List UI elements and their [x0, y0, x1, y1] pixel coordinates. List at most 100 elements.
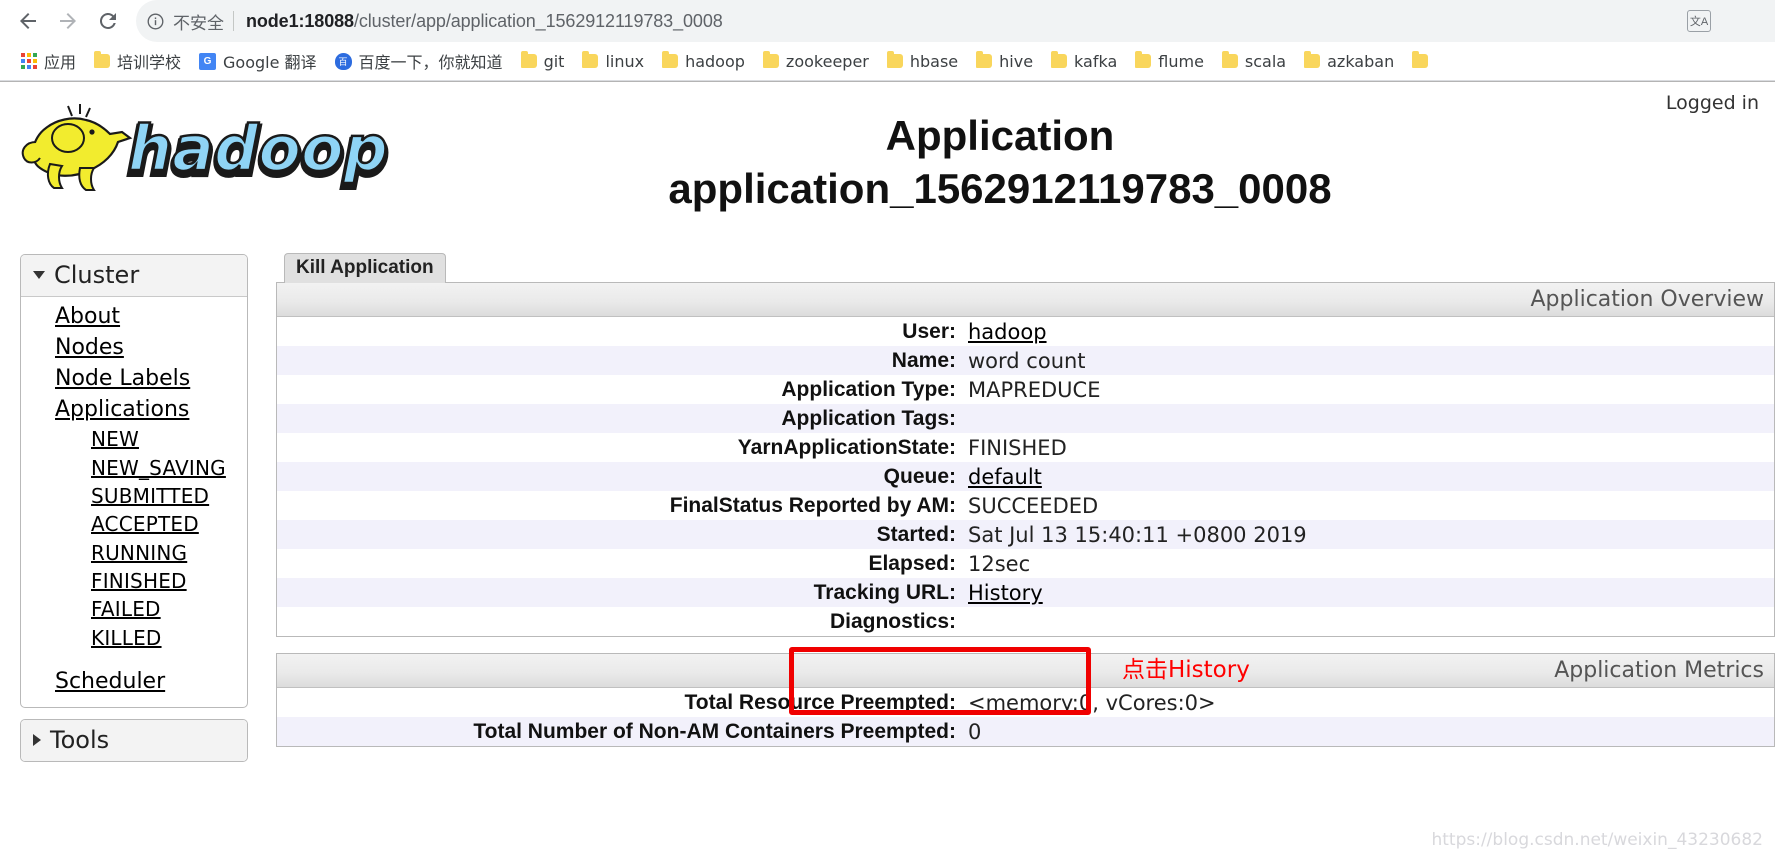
table-row: Name: word count — [277, 346, 1774, 375]
bookmark-apps[interactable]: 应用 — [12, 46, 85, 76]
row-value: Sat Jul 13 15:40:11 +0800 2019 — [968, 522, 1307, 547]
folder-icon — [520, 51, 537, 68]
row-key: Elapsed: — [868, 551, 956, 575]
watermark: https://blog.csdn.net/weixin_43230682 — [1431, 830, 1763, 850]
sidebar-cluster-body: About Nodes Node Labels Applications NEW… — [21, 297, 247, 707]
sidebar: Cluster About Nodes Node Labels Applicat… — [20, 254, 248, 773]
bookmark-label: hadoop — [685, 51, 745, 71]
folder-icon — [1221, 51, 1238, 68]
table-row: Elapsed: 12sec — [277, 549, 1774, 578]
table-row: Queue: default — [277, 462, 1774, 491]
bookmark-git[interactable]: git — [512, 49, 574, 74]
folder-icon — [582, 51, 599, 68]
bookmark-google-translate[interactable]: G Google 翻译 — [190, 46, 326, 76]
sidebar-item-running[interactable]: RUNNING — [21, 539, 247, 567]
history-link[interactable]: History — [968, 581, 1043, 605]
application-metrics-header: Application Metrics — [277, 654, 1774, 688]
application-overview-block: Application Overview User: hadoop Name: … — [276, 283, 1775, 637]
bookmark-label: azkaban — [1327, 51, 1395, 71]
row-value: <memory:0, vCores:0> — [968, 690, 1216, 715]
bookmark-overflow[interactable] — [1403, 51, 1437, 71]
sidebar-tools-header[interactable]: Tools — [21, 720, 247, 762]
folder-icon — [1304, 51, 1321, 68]
row-value: 12sec — [968, 551, 1031, 576]
folder-icon — [886, 51, 903, 68]
bookmark-flume[interactable]: flume — [1126, 49, 1213, 74]
browser-toolbar: 不安全 node1:18088 /cluster/app/application… — [0, 0, 1775, 42]
sidebar-item-new-saving[interactable]: NEW_SAVING — [21, 454, 247, 482]
row-value: default — [967, 462, 1774, 491]
bookmark-kafka[interactable]: kafka — [1042, 49, 1126, 74]
bookmark-label: hive — [999, 51, 1034, 71]
sidebar-item-node-labels[interactable]: Node Labels — [21, 363, 247, 394]
bookmark-label: 百度一下，你就知道 — [358, 53, 503, 72]
main-content: Kill Application Application Overview Us… — [276, 253, 1775, 862]
sidebar-item-killed[interactable]: KILLED — [21, 624, 247, 652]
bookmark-baidu[interactable]: 百 百度一下，你就知道 — [326, 46, 512, 76]
row-value: hadoop — [967, 317, 1774, 346]
user-link[interactable]: hadoop — [968, 320, 1047, 344]
page-title: Application application_1562912119783_00… — [470, 110, 1530, 215]
caret-right-icon[interactable] — [33, 734, 41, 747]
queue-link[interactable]: default — [968, 465, 1042, 489]
row-key: Tracking URL: — [813, 580, 956, 604]
reload-icon[interactable] — [88, 1, 128, 41]
bookmark-label: flume — [1158, 51, 1204, 71]
row-value — [967, 404, 1774, 433]
sidebar-item-nodes[interactable]: Nodes — [21, 332, 247, 363]
folder-icon — [1412, 51, 1429, 68]
bookmark-azkaban[interactable]: azkaban — [1295, 49, 1403, 74]
sidebar-item-accepted[interactable]: ACCEPTED — [21, 510, 247, 538]
table-row: Started: Sat Jul 13 15:40:11 +0800 2019 — [277, 520, 1774, 549]
sidebar-item-finished[interactable]: FINISHED — [21, 567, 247, 595]
row-key: Name: — [891, 348, 956, 372]
folder-icon — [662, 51, 679, 68]
sidebar-item-about[interactable]: About — [21, 301, 247, 332]
bookmark-label: scala — [1244, 51, 1287, 71]
caret-down-icon[interactable] — [33, 271, 45, 279]
hadoop-yarn-page: Logged in hadoop hadoop Application appl… — [0, 81, 1775, 862]
sidebar-panel-cluster: Cluster About Nodes Node Labels Applicat… — [20, 254, 248, 709]
info-circle-icon[interactable] — [146, 12, 165, 31]
address-bar[interactable]: 不安全 node1:18088 /cluster/app/application… — [136, 0, 1775, 42]
hadoop-logo[interactable]: hadoop hadoop — [10, 98, 430, 194]
page-title-line2: application_1562912119783_0008 — [668, 164, 1332, 212]
browser-chrome: 不安全 node1:18088 /cluster/app/application… — [0, 0, 1775, 81]
table-row: Application Tags: — [277, 404, 1774, 433]
bookmark-label: 培训学校 — [117, 53, 182, 72]
table-row: Application Type: MAPREDUCE — [277, 375, 1774, 404]
bookmark-peixunxuexiao[interactable]: 培训学校 — [85, 46, 190, 76]
application-overview-table: User: hadoop Name: word count Applicatio… — [277, 317, 1774, 636]
application-metrics-block: Application Metrics Total Resource Preem… — [276, 653, 1775, 747]
row-key: FinalStatus Reported by AM: — [669, 493, 956, 517]
sidebar-item-failed[interactable]: FAILED — [21, 595, 247, 623]
kill-application-tab[interactable]: Kill Application — [284, 253, 446, 283]
sidebar-item-scheduler[interactable]: Scheduler — [21, 666, 247, 697]
url-path: /cluster/app/application_1562912119783_0… — [353, 10, 723, 31]
folder-icon — [94, 51, 111, 68]
application-metrics-table: Total Resource Preempted: <memory:0, vCo… — [277, 688, 1774, 746]
back-arrow-icon[interactable] — [8, 1, 48, 41]
row-value: History — [967, 578, 1774, 607]
row-key: YarnApplicationState: — [737, 435, 956, 459]
sidebar-cluster-title: Cluster — [54, 261, 140, 289]
forward-arrow-icon[interactable] — [48, 1, 88, 41]
sidebar-cluster-header[interactable]: Cluster — [21, 255, 247, 297]
bookmark-hive[interactable]: hive — [967, 49, 1042, 74]
row-value — [967, 607, 1774, 636]
sidebar-item-new[interactable]: NEW — [21, 425, 247, 453]
bookmark-hbase[interactable]: hbase — [878, 49, 967, 74]
sidebar-item-applications[interactable]: Applications — [21, 394, 247, 425]
row-key: Queue: — [883, 464, 956, 488]
bookmark-linux[interactable]: linux — [573, 49, 653, 74]
bookmark-scala[interactable]: scala — [1213, 49, 1295, 74]
sidebar-item-submitted[interactable]: SUBMITTED — [21, 482, 247, 510]
row-key: Started: — [876, 522, 956, 546]
bookmark-zookeeper[interactable]: zookeeper — [754, 49, 878, 74]
bookmark-hadoop[interactable]: hadoop — [653, 49, 754, 74]
translate-icon[interactable]: 文A — [1687, 10, 1711, 32]
url-host: node1:18088 — [246, 10, 354, 31]
table-row: YarnApplicationState: FINISHED — [277, 433, 1774, 462]
table-row: Total Resource Preempted: <memory:0, vCo… — [277, 688, 1774, 717]
bookmark-label: git — [543, 51, 565, 71]
